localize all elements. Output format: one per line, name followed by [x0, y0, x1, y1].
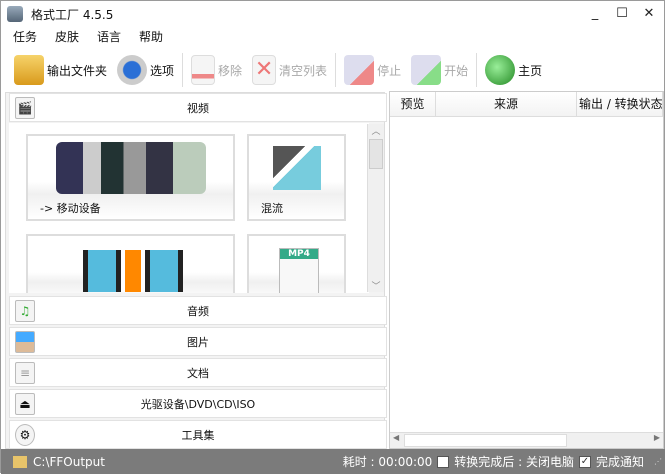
- menu-bar: 任务 皮肤 语言 帮助: [11, 28, 165, 46]
- tile-video-joiner[interactable]: [26, 234, 235, 293]
- output-path[interactable]: C:\FFOutput: [33, 455, 105, 469]
- close-button[interactable]: ✕: [635, 3, 663, 25]
- scroll-down-icon[interactable]: ﹀: [368, 279, 384, 292]
- notify-checkbox[interactable]: ✓: [578, 455, 591, 468]
- video-join-icon: [83, 250, 183, 292]
- task-list: 预览 来源 输出 / 转换状态 ◀ ▶: [389, 91, 664, 449]
- column-output-status[interactable]: 输出 / 转换状态: [577, 92, 663, 117]
- video-icon: 🎬: [15, 96, 35, 119]
- tile-mux[interactable]: 混流: [247, 134, 346, 221]
- stop-button[interactable]: 停止: [339, 51, 406, 89]
- start-button[interactable]: 开始: [406, 51, 473, 89]
- category-rom-device[interactable]: ⏏ 光驱设备\DVD\CD\ISO: [9, 389, 387, 418]
- toolbar-divider: [335, 53, 337, 87]
- status-bar: C:\FFOutput 耗时 : 00:00:00 转换完成后 : 关闭电脑 ✓…: [1, 449, 665, 474]
- remove-button[interactable]: 移除: [186, 51, 247, 89]
- mux-icon: [273, 146, 321, 190]
- horizontal-scrollbar[interactable]: ◀ ▶: [390, 432, 663, 448]
- scroll-right-icon[interactable]: ▶: [654, 433, 660, 442]
- category-audio[interactable]: ♫ 音频: [9, 296, 387, 325]
- shutdown-label: 转换完成后 : 关闭电脑: [454, 455, 574, 469]
- category-document[interactable]: ≡ 文档: [9, 358, 387, 387]
- stop-icon: [344, 55, 375, 85]
- column-source[interactable]: 来源: [436, 92, 577, 117]
- column-preview[interactable]: 预览: [390, 92, 436, 117]
- resize-grip-icon[interactable]: ⋰: [654, 457, 662, 466]
- menu-skin[interactable]: 皮肤: [53, 28, 81, 46]
- toolbar-divider: [476, 53, 478, 87]
- mobile-devices-icon: [56, 142, 206, 194]
- category-picture[interactable]: 图片: [9, 327, 387, 356]
- app-window: 格式工厂 4.5.5 _ ☐ ✕ 任务 皮肤 语言 帮助 输出文件夹 选项 移除…: [0, 0, 665, 474]
- app-icon: [7, 6, 23, 22]
- elapsed-time: 耗时 : 00:00:00: [342, 455, 433, 469]
- category-video[interactable]: 🎬 视频: [9, 93, 387, 122]
- hscroll-thumb[interactable]: [404, 434, 567, 447]
- output-folder-button[interactable]: 输出文件夹: [9, 51, 112, 89]
- maximize-button[interactable]: ☐: [608, 3, 636, 25]
- start-icon: [411, 55, 442, 85]
- remove-icon: [191, 55, 216, 85]
- output-folder-icon: [13, 455, 27, 468]
- menu-task[interactable]: 任务: [11, 28, 39, 46]
- function-panel: 🎬 视频 -> 移动设备 混流 MP4 ︿ ﹀ ♫ 音频 图片 ≡ 文档 ⏏ 光驱设备\D…: [5, 92, 387, 449]
- home-button[interactable]: 主页: [480, 51, 547, 89]
- scroll-up-icon[interactable]: ︿: [368, 124, 384, 139]
- tile-mp4[interactable]: MP4: [247, 234, 346, 293]
- title-bar: 格式工厂 4.5.5 _ ☐ ✕: [1, 1, 664, 27]
- options-button[interactable]: 选项: [112, 51, 179, 89]
- category-tools[interactable]: ⚙ 工具集: [9, 420, 387, 449]
- disc-drive-icon: ⏏: [15, 392, 35, 415]
- menu-help[interactable]: 帮助: [137, 28, 165, 46]
- notify-label: 完成通知: [595, 455, 644, 469]
- folder-icon: [14, 55, 44, 85]
- toolbar-divider: [182, 53, 184, 87]
- toolbar: 输出文件夹 选项 移除 ✕ 清空列表 停止 开始 主页: [9, 49, 547, 91]
- menu-language[interactable]: 语言: [95, 28, 123, 46]
- scroll-thumb[interactable]: [369, 139, 383, 169]
- clear-list-button[interactable]: ✕ 清空列表: [247, 51, 332, 89]
- shutdown-checkbox[interactable]: [437, 455, 450, 468]
- music-icon: ♫: [15, 299, 35, 322]
- tile-mobile-device[interactable]: -> 移动设备: [26, 134, 235, 221]
- tiles-scrollbar[interactable]: ︿ ﹀: [367, 124, 384, 292]
- document-icon: ≡: [15, 361, 35, 384]
- mp4-file-icon: MP4: [279, 248, 319, 293]
- window-title: 格式工厂 4.5.5: [31, 7, 114, 22]
- gear-icon: [117, 55, 148, 85]
- clear-icon: ✕: [252, 55, 277, 85]
- video-tiles: -> 移动设备 混流 MP4: [9, 123, 369, 293]
- scroll-left-icon[interactable]: ◀: [393, 433, 399, 442]
- minimize-button[interactable]: _: [581, 3, 609, 25]
- film-reel-icon: ⚙: [15, 423, 35, 446]
- globe-search-icon: [485, 55, 516, 85]
- picture-icon: [15, 330, 35, 353]
